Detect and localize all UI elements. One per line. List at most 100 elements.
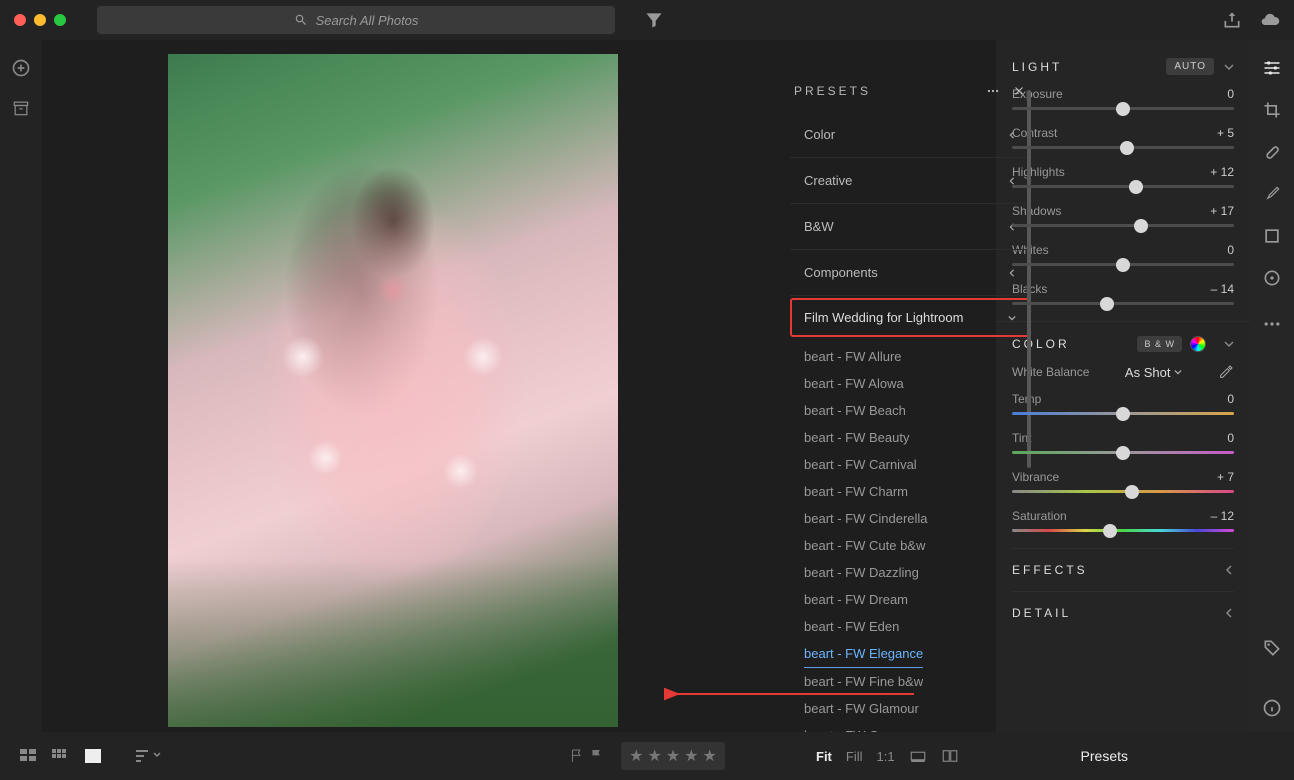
slider-track[interactable] xyxy=(1012,224,1234,227)
slider-knob[interactable] xyxy=(1103,524,1117,538)
preset-item[interactable]: beart - FW Dazzling xyxy=(790,559,1030,586)
maximize-window[interactable] xyxy=(54,14,66,26)
slider-track[interactable] xyxy=(1012,490,1234,493)
info-icon[interactable] xyxy=(1262,698,1282,718)
slider-knob[interactable] xyxy=(1120,141,1134,155)
linear-gradient-icon[interactable] xyxy=(1262,226,1282,246)
edit-sliders-icon[interactable] xyxy=(1262,58,1282,78)
slider-track[interactable] xyxy=(1012,451,1234,454)
preset-item[interactable]: beart - FW Beach xyxy=(790,397,1030,424)
slider-exposure[interactable]: Exposure0 xyxy=(1012,87,1234,110)
slider-knob[interactable] xyxy=(1116,258,1130,272)
single-view-button[interactable] xyxy=(82,747,104,765)
top-bar: Search All Photos xyxy=(0,0,1294,40)
slider-saturation[interactable]: Saturation– 12 xyxy=(1012,509,1234,532)
preset-item[interactable]: beart - FW Glamour xyxy=(790,695,1030,722)
slider-blacks[interactable]: Blacks– 14 xyxy=(1012,282,1234,305)
slider-value: + 17 xyxy=(1210,204,1234,218)
slider-track[interactable] xyxy=(1012,412,1234,415)
close-icon[interactable] xyxy=(1012,84,1026,98)
brush-icon[interactable] xyxy=(1262,184,1282,204)
presets-panel: PRESETS ColorCreativeB&WComponents Film … xyxy=(790,84,1030,774)
zoom-fit[interactable]: Fit xyxy=(816,749,832,764)
preset-item[interactable]: beart - FW Elegance xyxy=(804,640,923,668)
edit-panel: LIGHT AUTO Exposure0 Contrast+ 5 Highlight… xyxy=(996,40,1250,732)
preset-item[interactable]: beart - FW Allure xyxy=(790,343,1030,370)
slider-whites[interactable]: Whites0 xyxy=(1012,243,1234,266)
slider-value: 0 xyxy=(1227,243,1234,257)
white-balance-select[interactable]: As Shot xyxy=(1125,365,1183,380)
slider-track[interactable] xyxy=(1012,146,1234,149)
slider-knob[interactable] xyxy=(1116,407,1130,421)
slider-temp[interactable]: Temp0 xyxy=(1012,392,1234,415)
radial-gradient-icon[interactable] xyxy=(1262,268,1282,288)
slider-highlights[interactable]: Highlights+ 12 xyxy=(1012,165,1234,188)
slider-value: 0 xyxy=(1227,87,1234,101)
slider-vibrance[interactable]: Vibrance+ 7 xyxy=(1012,470,1234,493)
slider-track[interactable] xyxy=(1012,302,1234,305)
chevron-down-icon[interactable] xyxy=(1224,62,1234,72)
tag-icon[interactable] xyxy=(1262,638,1282,658)
zoom-fill[interactable]: Fill xyxy=(846,749,863,764)
preset-item[interactable]: beart - FW Fine b&w xyxy=(790,668,1030,695)
more-icon[interactable] xyxy=(1262,314,1282,334)
close-window[interactable] xyxy=(14,14,26,26)
filter-icon[interactable] xyxy=(644,10,664,30)
preset-group[interactable]: Creative xyxy=(790,158,1030,204)
crop-icon[interactable] xyxy=(1262,100,1282,120)
archive-icon[interactable] xyxy=(11,98,31,118)
slider-track[interactable] xyxy=(1012,107,1234,110)
slider-knob[interactable] xyxy=(1116,446,1130,460)
slider-track[interactable] xyxy=(1012,529,1234,532)
preset-item[interactable]: beart - FW Charm xyxy=(790,478,1030,505)
slider-knob[interactable] xyxy=(1134,219,1148,233)
more-icon[interactable] xyxy=(986,84,1000,98)
auto-button[interactable]: AUTO xyxy=(1166,58,1214,75)
color-mixer-icon[interactable] xyxy=(1190,336,1206,352)
slider-knob[interactable] xyxy=(1129,180,1143,194)
effects-section[interactable]: EFFECTS xyxy=(1012,548,1234,591)
slider-value: – 12 xyxy=(1211,509,1234,523)
preset-item[interactable]: beart - FW Cinderella xyxy=(790,505,1030,532)
flag-controls[interactable] xyxy=(569,748,605,764)
slider-shadows[interactable]: Shadows+ 17 xyxy=(1012,204,1234,227)
cloud-icon[interactable] xyxy=(1260,10,1280,30)
search-input[interactable]: Search All Photos xyxy=(97,6,615,34)
preset-item[interactable]: beart - FW Dream xyxy=(790,586,1030,613)
preset-item[interactable]: beart - FW Alowa xyxy=(790,370,1030,397)
rating-stars[interactable]: ★★★★★ xyxy=(621,742,725,770)
slider-tint[interactable]: Tint0 xyxy=(1012,431,1234,454)
chevron-down-icon[interactable] xyxy=(1224,339,1234,349)
grid-view-button[interactable] xyxy=(18,747,40,765)
main-photo[interactable] xyxy=(168,54,618,727)
slider-knob[interactable] xyxy=(1116,102,1130,116)
preset-group[interactable]: Components xyxy=(790,250,1030,296)
preset-group[interactable]: Color xyxy=(790,112,1030,158)
slider-contrast[interactable]: Contrast+ 5 xyxy=(1012,126,1234,149)
minimize-window[interactable] xyxy=(34,14,46,26)
preset-group[interactable]: B&W xyxy=(790,204,1030,250)
sort-icon[interactable] xyxy=(134,748,162,764)
slider-track[interactable] xyxy=(1012,185,1234,188)
preset-group-film-wedding[interactable]: Film Wedding for Lightroom xyxy=(790,298,1030,337)
compare-icon[interactable] xyxy=(941,747,959,765)
preset-item[interactable]: beart - FW Cute b&w xyxy=(790,532,1030,559)
detail-grid-button[interactable] xyxy=(50,747,72,765)
eyedropper-icon[interactable] xyxy=(1218,364,1234,380)
light-title: LIGHT xyxy=(1012,60,1062,74)
add-photo-icon[interactable] xyxy=(11,58,31,78)
slider-knob[interactable] xyxy=(1125,485,1139,499)
slider-knob[interactable] xyxy=(1100,297,1114,311)
preset-item[interactable]: beart - FW Carnival xyxy=(790,451,1030,478)
presets-footer-label[interactable]: Presets xyxy=(1081,748,1128,764)
canvas-area: PRESETS ColorCreativeB&WComponents Film … xyxy=(42,40,996,732)
preset-item[interactable]: beart - FW Beauty xyxy=(790,424,1030,451)
filmstrip-icon[interactable] xyxy=(909,747,927,765)
bw-button[interactable]: B & W xyxy=(1137,336,1182,352)
slider-track[interactable] xyxy=(1012,263,1234,266)
zoom-one-to-one[interactable]: 1:1 xyxy=(877,749,895,764)
detail-section[interactable]: DETAIL xyxy=(1012,591,1234,634)
preset-item[interactable]: beart - FW Eden xyxy=(790,613,1030,640)
heal-icon[interactable] xyxy=(1262,142,1282,162)
share-icon[interactable] xyxy=(1222,10,1242,30)
